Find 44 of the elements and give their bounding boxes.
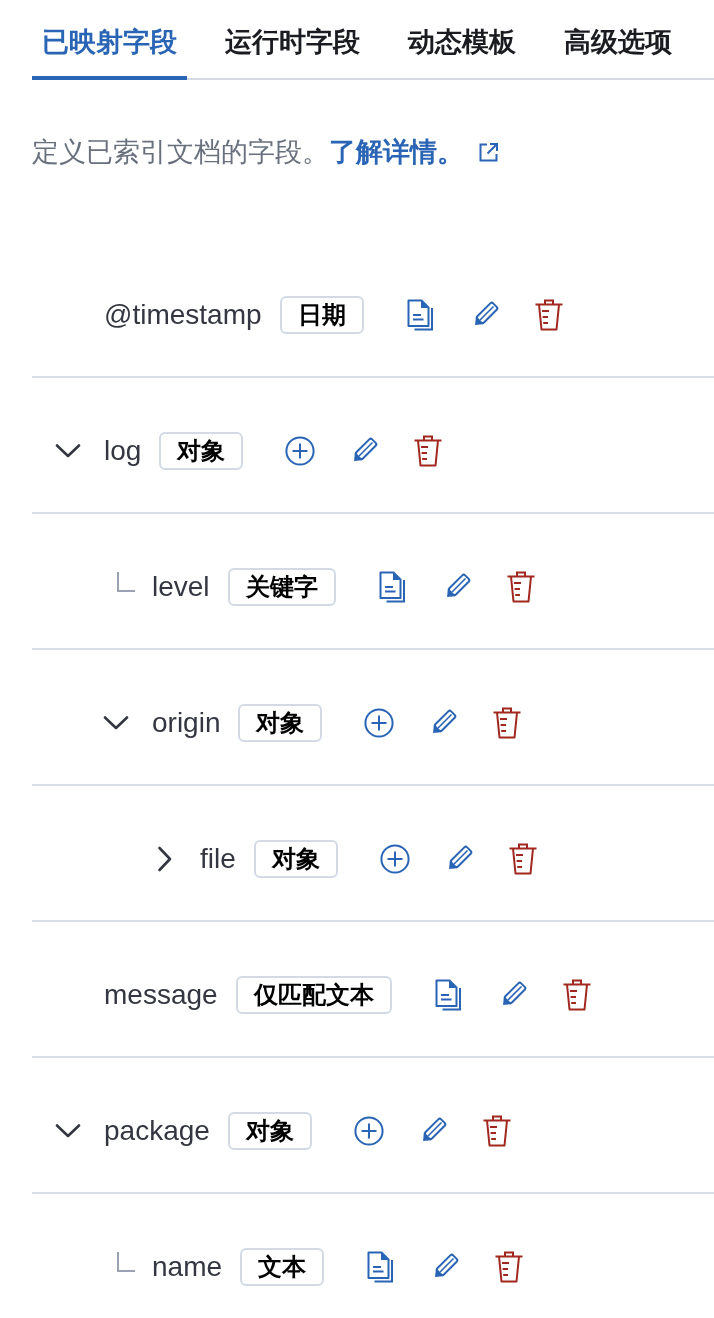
field-name: file [200, 842, 236, 876]
field-type-badge: 对象 [253, 840, 338, 878]
trash-icon[interactable] [481, 1115, 512, 1147]
field-name: @timestamp [104, 298, 262, 332]
tab[interactable]: 高级选项 [554, 0, 682, 80]
document-icon[interactable] [433, 979, 464, 1011]
trash-icon[interactable] [505, 571, 536, 603]
field-name: origin [152, 706, 221, 740]
trash-icon[interactable] [561, 979, 592, 1011]
field-type-badge: 日期 [279, 296, 364, 334]
plus-circle-icon[interactable] [379, 844, 410, 874]
trash-icon[interactable] [413, 435, 444, 467]
plus-circle-icon[interactable] [285, 436, 316, 466]
external-link-icon [478, 141, 499, 163]
trash-icon[interactable] [507, 843, 538, 875]
chevron-icon[interactable] [156, 846, 172, 872]
field-type-badge: 对象 [159, 432, 244, 470]
document-icon[interactable] [405, 299, 436, 331]
field-type-badge: 关键字 [227, 568, 336, 606]
tab[interactable]: 运行时字段 [215, 0, 370, 80]
tab[interactable]: 已映射字段 [32, 0, 187, 80]
field-name: level [152, 570, 210, 604]
field-name: name [152, 1250, 223, 1284]
trash-icon[interactable] [533, 299, 564, 331]
field-type-badge: 对象 [238, 704, 323, 742]
trash-icon[interactable] [494, 1251, 525, 1283]
learn-more-link[interactable]: 了解详情。 [329, 132, 499, 172]
tree-connector-icon [117, 572, 135, 592]
field-type-badge: 仅匹配文本 [235, 976, 392, 1014]
description-text: 定义已索引文档的字段。了解详情。 [32, 132, 714, 172]
chevron-icon[interactable] [55, 443, 81, 459]
tab[interactable]: 动态模板 [398, 0, 526, 80]
trash-icon[interactable] [492, 707, 523, 739]
field-name: log [104, 434, 142, 468]
document-icon[interactable] [377, 571, 408, 603]
plus-circle-icon[interactable] [353, 1116, 384, 1146]
chevron-icon[interactable] [103, 715, 129, 731]
field-name: package [104, 1114, 210, 1148]
tree-connector-icon [117, 1252, 135, 1272]
field-name: message [104, 978, 218, 1012]
field-type-badge: 对象 [227, 1112, 312, 1150]
chevron-icon[interactable] [55, 1123, 81, 1139]
plus-circle-icon[interactable] [364, 708, 395, 738]
field-type-badge: 文本 [240, 1248, 325, 1286]
